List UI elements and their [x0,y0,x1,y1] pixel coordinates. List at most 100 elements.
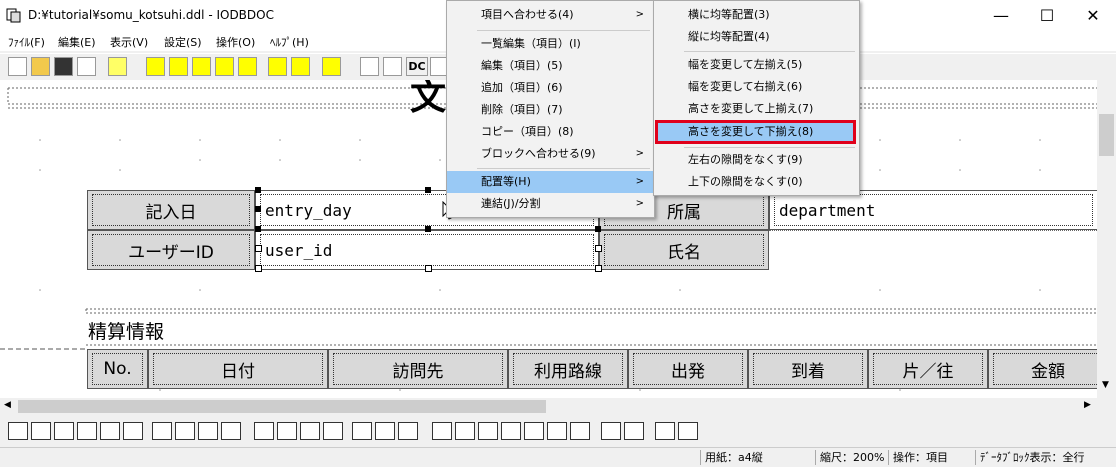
selection-handle[interactable] [255,245,262,252]
maximize-button[interactable]: ☐ [1024,0,1070,31]
align-tool-icon[interactable] [455,422,475,440]
menu-item-link-split[interactable]: 連結(J)/分割 > [447,193,654,215]
menu-item-delete[interactable]: 削除（項目）(7) [447,99,654,121]
minimize-button[interactable]: — [978,0,1024,31]
align-tool-icon[interactable] [432,422,452,440]
help-icon[interactable] [108,57,127,76]
scroll-down-icon[interactable]: ▼ [1102,380,1109,390]
align-tool-icon[interactable] [375,422,395,440]
align-tool-icon[interactable] [624,422,644,440]
close-button[interactable]: ✕ [1070,0,1116,31]
dc-icon[interactable]: DC [406,57,428,76]
selection-handle[interactable] [255,187,261,193]
align-tool-icon[interactable] [123,422,143,440]
selection-handle[interactable] [425,265,432,272]
table-header-trip-type[interactable]: 片／往 [868,349,988,389]
align-tool-icon[interactable] [175,422,195,440]
selection-handle[interactable] [425,226,431,232]
menu-item-edit[interactable]: 編集（項目）(5) [447,55,654,77]
align-tool-icon[interactable] [221,422,241,440]
cursive-n-icon[interactable] [291,57,310,76]
menu-edit[interactable]: 編集(E) [58,34,96,50]
table-header-route[interactable]: 利用路線 [508,349,628,389]
table-header-amount[interactable]: 金額 [988,349,1097,389]
selection-handle[interactable] [255,206,261,212]
align-tool-icon[interactable] [100,422,120,440]
align-tool-icon[interactable] [277,422,297,440]
label-name[interactable]: 氏名 [599,230,769,270]
menu-operation[interactable]: 操作(O) [216,34,255,50]
label-entry-date[interactable]: 記入日 [87,190,255,230]
align-tool-icon[interactable] [54,422,74,440]
scroll-right-icon[interactable]: ▶ [1084,400,1091,410]
submenu-item-align-left[interactable]: 幅を変更して左揃え(5) [654,54,859,76]
align-tool-icon[interactable] [601,422,621,440]
vertical-scrollbar[interactable]: ▼ [1097,80,1116,398]
field-user-id[interactable]: user_id [255,230,599,270]
zoom-in-icon[interactable] [146,57,165,76]
open-folder-icon[interactable] [31,57,50,76]
menu-item-arrange[interactable]: 配置等(H) > [447,171,654,193]
align-tool-icon[interactable] [570,422,590,440]
align-tool-icon[interactable] [254,422,274,440]
field-name-empty[interactable] [769,230,1097,270]
align-tool-icon[interactable] [152,422,172,440]
submenu-item-align-top[interactable]: 高さを変更して上揃え(7) [654,98,859,120]
label-user-id[interactable]: ユーザーID [87,230,255,270]
submenu-item-distribute-horizontal[interactable]: 横に均等配置(3) [654,4,859,26]
table-header-date[interactable]: 日付 [148,349,328,389]
field-department[interactable]: department [769,190,1097,230]
selection-handle[interactable] [255,226,261,232]
horizontal-scroll-thumb[interactable] [18,400,546,413]
save-icon[interactable] [54,57,73,76]
new-file-icon[interactable] [8,57,27,76]
align-tool-icon[interactable] [77,422,97,440]
submenu-item-align-right[interactable]: 幅を変更して右揃え(6) [654,76,859,98]
menu-view[interactable]: 表示(V) [110,34,148,50]
align-tool-icon[interactable] [398,422,418,440]
align-tool-icon[interactable] [198,422,218,440]
selection-handle[interactable] [255,265,262,272]
align-tool-icon[interactable] [524,422,544,440]
menu-item-copy[interactable]: コピー（項目）(8) [447,121,654,143]
page-icon[interactable] [169,57,188,76]
menu-help[interactable]: ﾍﾙﾌﾟ(H) [270,34,309,50]
menu-item-fit-to-item[interactable]: 項目へ合わせる(4) > [447,4,654,26]
cursive-c-icon[interactable] [268,57,287,76]
submenu-item-remove-horizontal-gap[interactable]: 左右の隙間をなくす(9) [654,149,859,171]
scroll-left-icon[interactable]: ◀ [4,400,11,410]
selection-handle[interactable] [595,245,602,252]
selection-handle[interactable] [595,265,602,272]
table-icon[interactable] [383,57,402,76]
align-tool-icon[interactable] [8,422,28,440]
table-header-destination[interactable]: 訪問先 [328,349,508,389]
table-header-arrival[interactable]: 到着 [748,349,868,389]
align-tool-icon[interactable] [678,422,698,440]
menu-item-fit-to-block[interactable]: ブロックへ合わせる(9) > [447,143,654,165]
submenu-item-remove-vertical-gap[interactable]: 上下の隙間をなくす(0) [654,171,859,193]
align-tool-icon[interactable] [352,422,372,440]
menu-file[interactable]: ﾌｧｲﾙ(F) [8,34,45,50]
align-tool-icon[interactable] [31,422,51,440]
selection-handle[interactable] [425,187,431,193]
table-header-departure[interactable]: 出発 [628,349,748,389]
menu-settings[interactable]: 設定(S) [164,34,202,50]
grid-icon[interactable] [238,57,257,76]
align-tool-icon[interactable] [300,422,320,440]
align-tool-icon[interactable] [547,422,567,440]
submenu-item-align-bottom[interactable]: 高さを変更して下揃え(8) [655,120,856,144]
zoom-out-icon[interactable] [192,57,211,76]
menu-item-list-edit[interactable]: 一覧編集（項目）(I) [447,33,654,55]
selection-handle[interactable] [595,226,601,232]
vertical-scroll-thumb[interactable] [1099,114,1114,156]
submenu-item-distribute-vertical[interactable]: 縦に均等配置(4) [654,26,859,48]
document-icon[interactable] [77,57,96,76]
field-icon[interactable] [322,57,341,76]
align-tool-icon[interactable] [655,422,675,440]
align-tool-icon[interactable] [478,422,498,440]
zoom-fit-icon[interactable] [215,57,234,76]
align-tool-icon[interactable] [323,422,343,440]
horizontal-scrollbar[interactable]: ◀ ▶ [0,398,1097,415]
align-tool-icon[interactable] [501,422,521,440]
menu-item-add[interactable]: 追加（項目）(6) [447,77,654,99]
